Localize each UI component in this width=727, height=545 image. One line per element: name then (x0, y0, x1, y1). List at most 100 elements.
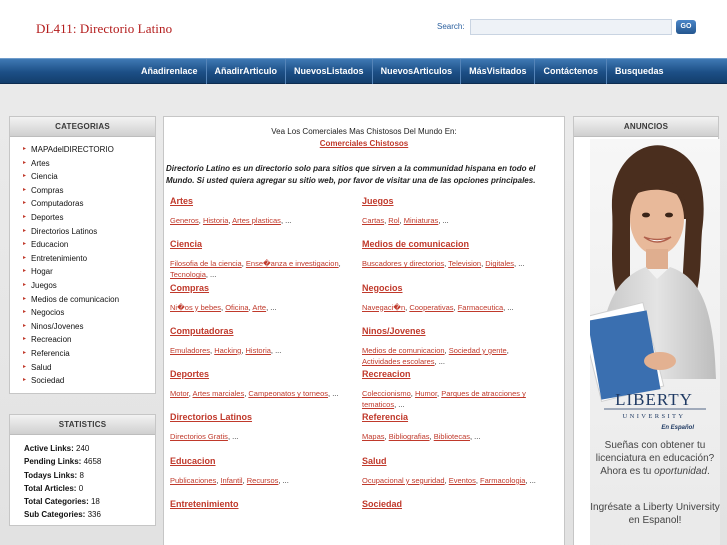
subcategory-link[interactable]: Navegaci�n (362, 303, 405, 312)
subcategory-link[interactable]: Infantil (220, 476, 242, 485)
directory-category-link[interactable]: Juegos (362, 195, 548, 207)
directory-category-link[interactable]: Directorios Latinos (170, 411, 356, 423)
directory-category-link[interactable]: Artes (170, 195, 356, 207)
nav-new-listings[interactable]: NuevosListados (285, 59, 372, 84)
subcategory-link[interactable]: Emuladores (170, 346, 210, 355)
promo-link[interactable]: Comerciales Chistosos (164, 139, 564, 148)
directory-category-link[interactable]: Deportes (170, 368, 356, 380)
more-ellipsis: ... (529, 475, 536, 485)
search-label: Search: (437, 22, 465, 31)
subcategory-link[interactable]: Oficina (225, 303, 248, 312)
directory-category-link[interactable]: Ninos/Jovenes (362, 325, 548, 337)
subcategory-link[interactable]: Medios de comunicacion (362, 346, 445, 355)
subcategory-link[interactable]: Bibliografias (389, 432, 430, 441)
subcategory-link[interactable]: Artes plasticas (232, 216, 281, 225)
search-input[interactable] (470, 19, 672, 35)
subcategory-link[interactable]: Coleccionismo (362, 389, 411, 398)
categories-heading: CATEGORIAS (10, 117, 155, 137)
directory-category: Deportes Motor, Artes marciales, Campeona… (170, 368, 356, 411)
site-title[interactable]: DL411: Directorio Latino (36, 21, 172, 37)
category-item[interactable]: ▸ Salud (23, 361, 155, 375)
category-item[interactable]: ▸ Referencia (23, 347, 155, 361)
subcategory-link[interactable]: Historia (203, 216, 228, 225)
category-item[interactable]: ▸ Educacion (23, 238, 155, 252)
directory-category-link[interactable]: Computadoras (170, 325, 356, 337)
subcategory-link[interactable]: Filosofia de la ciencia (170, 259, 242, 268)
subcategory-link[interactable]: Buscadores y directorios (362, 259, 444, 268)
subcategory-link[interactable]: Campeonatos y torneos (248, 389, 328, 398)
stat-label: Pending Links: (24, 457, 82, 467)
category-item[interactable]: ▸ Medios de comunicacion (23, 293, 155, 307)
subcategory-link[interactable]: Mapas (362, 432, 385, 441)
category-label: Sociedad (31, 376, 65, 386)
category-item[interactable]: ▸ Ninos/Jovenes (23, 320, 155, 334)
subcategory-link[interactable]: Eventos (449, 476, 476, 485)
category-item[interactable]: ▸ Hogar (23, 265, 155, 279)
subcategory-link[interactable]: Farmaceutica (458, 303, 503, 312)
category-item[interactable]: ▸ Directorios Latinos (23, 225, 155, 239)
stat-row: Sub Categories: 336 (24, 508, 155, 521)
category-item[interactable]: ▸ Sociedad (23, 374, 155, 388)
subcategory-link[interactable]: Hacking (214, 346, 241, 355)
nav-contact[interactable]: Contáctenos (534, 59, 606, 84)
directory-category-link[interactable]: Compras (170, 282, 356, 294)
nav-add-article[interactable]: AñadirArticulo (205, 59, 286, 84)
directory-category-link[interactable]: Educacion (170, 455, 356, 467)
category-item[interactable]: ▸ Deportes (23, 211, 155, 225)
subcategory-link[interactable]: Farmacologia (480, 476, 525, 485)
subcategory-link[interactable]: Motor (170, 389, 189, 398)
category-item[interactable]: ▸ Artes (23, 157, 155, 171)
subcategory-link[interactable]: Actividades escolares (362, 357, 435, 366)
search-go-button[interactable]: GO (676, 20, 696, 34)
subcategory-link[interactable]: Arte (252, 303, 266, 312)
nav-most-visited[interactable]: MásVisitados (460, 59, 534, 84)
category-item[interactable]: ▸ Computadoras (23, 197, 155, 211)
subcategory-link[interactable]: Publicaciones (170, 476, 216, 485)
subcategory-link[interactable]: Sociedad y gente (449, 346, 507, 355)
subcategory-link[interactable]: Digitales (485, 259, 514, 268)
subcategory-link[interactable]: Directorios Gratis (170, 432, 228, 441)
subcategory-link[interactable]: Bibliotecas (434, 432, 470, 441)
subcategory-link[interactable]: Tecnologia (170, 270, 206, 279)
directory-category: Educacion Publicaciones, Infantil, Recurs… (170, 455, 356, 498)
category-item[interactable]: ▸ Negocios (23, 306, 155, 320)
directory-category-link[interactable]: Ciencia (170, 238, 356, 250)
subcategory-link[interactable]: Miniaturas (404, 216, 439, 225)
directory-category-link[interactable]: Medios de comunicacion (362, 238, 548, 250)
category-item[interactable]: ▸ Recreacion (23, 333, 155, 347)
subcategory-link[interactable]: Ni�os y bebes (170, 303, 221, 312)
category-item[interactable]: ▸ Compras (23, 184, 155, 198)
directory-category-link[interactable]: Recreacion (362, 368, 548, 380)
subcategory-link[interactable]: Ocupacional y seguridad (362, 476, 445, 485)
liberty-university-ad[interactable]: LIBERTY UNIVERSITY En Español Sueñas con… (590, 139, 720, 545)
subcategory-link[interactable]: Cartas (362, 216, 384, 225)
directory-category-link[interactable]: Salud (362, 455, 548, 467)
nav-new-articles[interactable]: NuevosArticulos (371, 59, 461, 84)
ad-copy-2: Ingrésate a Liberty University en Espano… (590, 502, 720, 526)
subcategory-list: Cartas, Rol, Miniaturas, ... (362, 216, 449, 225)
subcategory-link[interactable]: Humor (415, 389, 437, 398)
nav-add-link[interactable]: Añadirenlace (133, 59, 206, 84)
ad-copy-1: Sueñas con obtener tu licenciatura en ed… (595, 440, 715, 477)
category-item[interactable]: ▸ Juegos (23, 279, 155, 293)
subcategory-link[interactable]: Cooperativas (409, 303, 453, 312)
category-item[interactable]: ▸ Ciencia (23, 170, 155, 184)
category-label: Entretenimiento (31, 253, 88, 263)
subcategory-link[interactable]: Television (448, 259, 481, 268)
subcategory-link[interactable]: Rol (388, 216, 399, 225)
nav-searches[interactable]: Busquedas (605, 59, 672, 84)
directory-category-link[interactable]: Sociedad (362, 498, 548, 510)
more-ellipsis: ... (285, 216, 292, 225)
subcategory-list: Directorios Gratis, ... (170, 432, 239, 442)
directory-category-link[interactable]: Negocios (362, 282, 548, 294)
subcategory-link[interactable]: Artes marciales (193, 389, 245, 398)
subcategory-link[interactable]: Recursos (247, 476, 279, 485)
arrow-right-icon: ▸ (23, 336, 27, 343)
category-item[interactable]: ▸ MAPAdelDIRECTORIO (23, 143, 155, 157)
category-item[interactable]: ▸ Entretenimiento (23, 252, 155, 266)
directory-category-link[interactable]: Entretenimiento (170, 498, 356, 510)
directory-category-link[interactable]: Referencia (362, 411, 548, 423)
subcategory-link[interactable]: Ense�anza e investigacion (246, 259, 339, 268)
subcategory-link[interactable]: Historia (245, 346, 270, 355)
subcategory-link[interactable]: Generos (170, 216, 199, 225)
